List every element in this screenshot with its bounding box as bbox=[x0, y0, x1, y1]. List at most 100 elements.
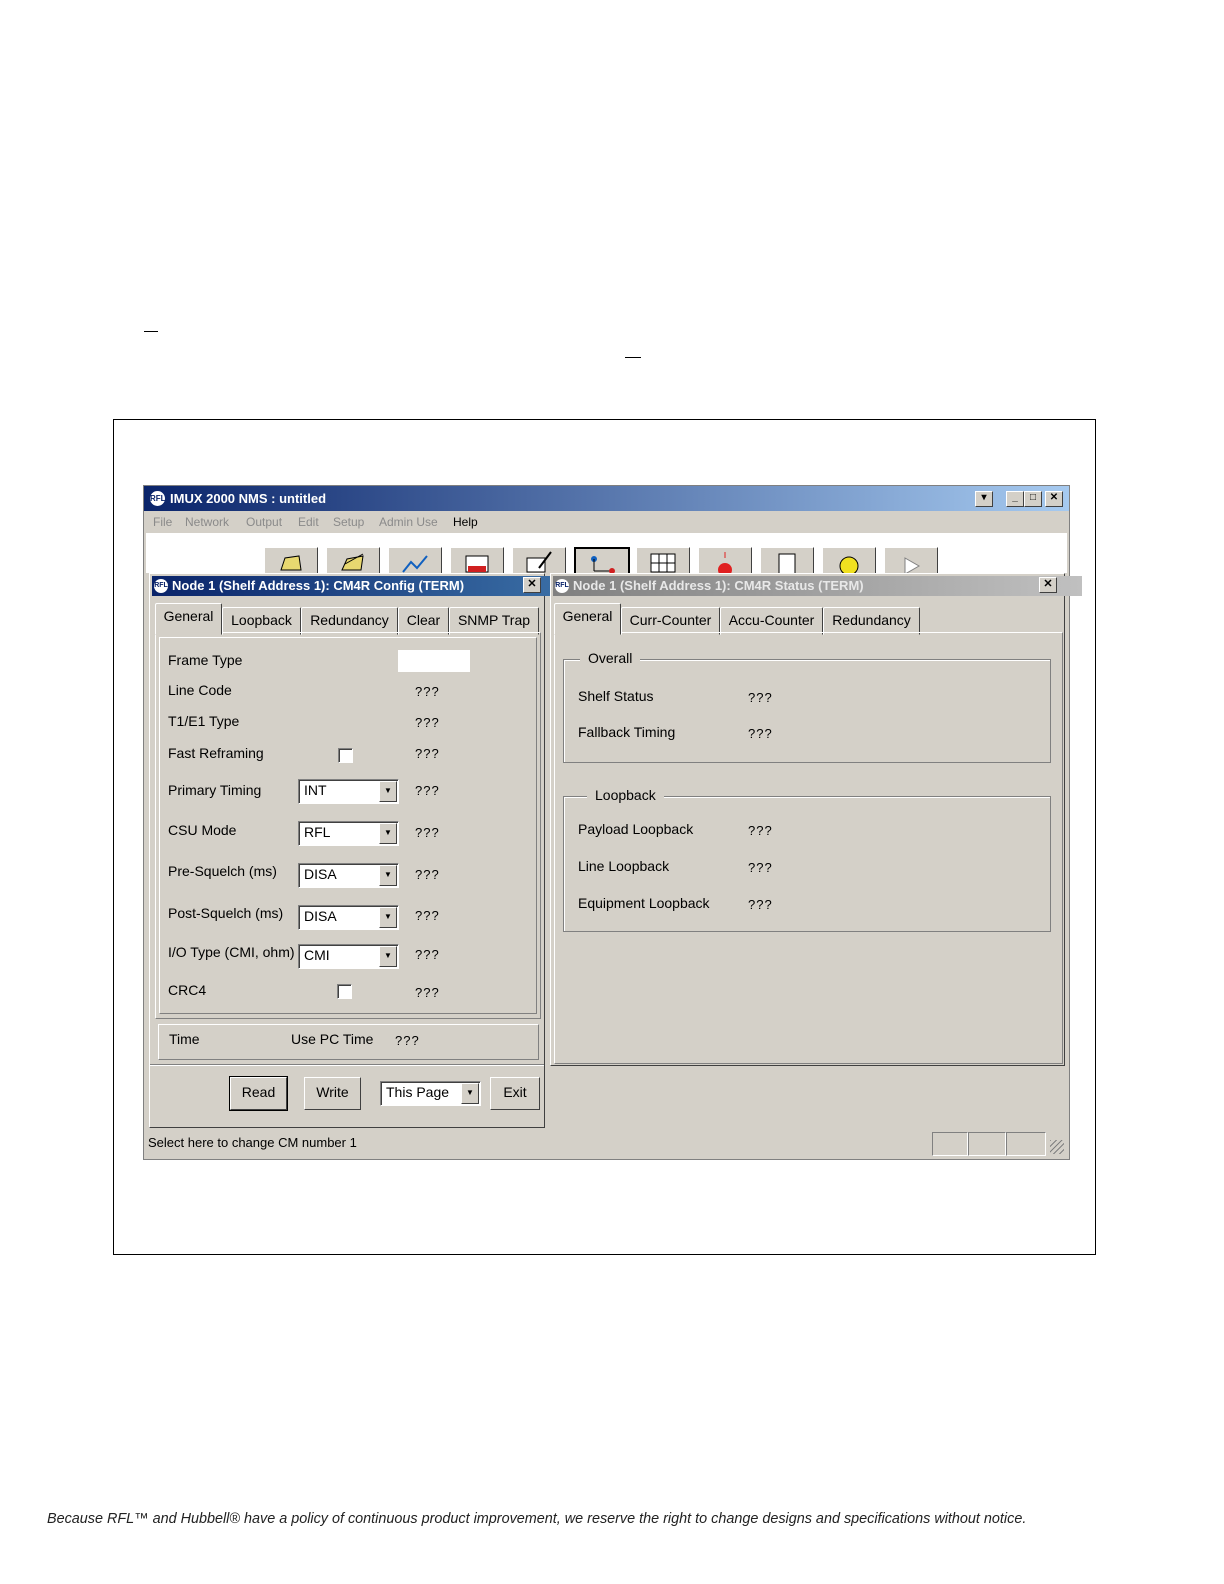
menu-file[interactable]: File bbox=[153, 511, 172, 533]
close-icon[interactable]: ✕ bbox=[523, 577, 541, 593]
app-title: IMUX 2000 NMS : untitled bbox=[170, 491, 327, 506]
primary-timing-label: Primary Timing bbox=[168, 782, 262, 798]
primary-timing-select[interactable]: INT ▼ bbox=[298, 779, 399, 804]
fallback-timing-label: Fallback Timing bbox=[578, 724, 676, 740]
tab-redundancy[interactable]: Redundancy bbox=[823, 607, 920, 635]
frame-type-label: Frame Type bbox=[168, 652, 243, 668]
chevron-down-icon[interactable]: ▼ bbox=[379, 781, 397, 802]
rfl-logo-icon: RFL bbox=[150, 491, 166, 506]
restore-icon[interactable]: ▾ bbox=[975, 491, 993, 507]
status-bar: Select here to change CM number 1 bbox=[146, 1128, 1067, 1158]
crc4-value: ??? bbox=[415, 985, 440, 1000]
status-cell bbox=[932, 1132, 968, 1156]
fast-reframing-label: Fast Reframing bbox=[168, 745, 264, 761]
frame-type-field[interactable] bbox=[398, 650, 470, 672]
chevron-down-icon[interactable]: ▼ bbox=[379, 907, 397, 928]
menu-admin-use[interactable]: Admin Use bbox=[379, 511, 438, 533]
t1e1-type-label: T1/E1 Type bbox=[168, 713, 240, 729]
io-type-select[interactable]: CMI ▼ bbox=[298, 944, 399, 969]
minimize-button[interactable]: _ bbox=[1006, 491, 1024, 507]
menu-output[interactable]: Output bbox=[246, 511, 282, 533]
line-loopback-label: Line Loopback bbox=[578, 858, 670, 874]
io-type-value: ??? bbox=[415, 947, 440, 962]
loopback-legend: Loopback bbox=[587, 787, 664, 803]
csu-mode-value: ??? bbox=[415, 825, 440, 840]
post-squelch-label: Post-Squelch (ms) bbox=[168, 905, 284, 921]
fast-reframing-value: ??? bbox=[415, 746, 440, 761]
maximize-button[interactable]: □ bbox=[1024, 491, 1042, 507]
menu-help[interactable]: Help bbox=[453, 511, 478, 533]
app-window: RFL IMUX 2000 NMS : untitled ▾ _ □ ✕ Fil… bbox=[143, 485, 1082, 1160]
menu-setup[interactable]: Setup bbox=[333, 511, 364, 533]
rfl-logo-icon: RFL bbox=[555, 579, 569, 593]
csu-mode-select[interactable]: RFL ▼ bbox=[298, 821, 399, 846]
rfl-logo-icon: RFL bbox=[154, 579, 168, 593]
config-window-titlebar: RFL Node 1 (Shelf Address 1): CM4R Confi… bbox=[152, 576, 562, 596]
payload-loopback-label: Payload Loopback bbox=[578, 821, 694, 837]
overall-legend: Overall bbox=[580, 650, 641, 666]
read-button[interactable]: Read bbox=[229, 1076, 288, 1111]
scope-select[interactable]: This Page ▼ bbox=[380, 1081, 481, 1106]
footer-disclaimer: Because RFL™ and Hubbell® have a policy … bbox=[47, 1511, 1027, 1527]
tab-general[interactable]: General bbox=[554, 603, 621, 635]
crc4-checkbox[interactable] bbox=[337, 984, 352, 999]
csu-mode-selected: RFL bbox=[304, 824, 331, 840]
line-code-value: ??? bbox=[415, 684, 440, 699]
status-window-title: Node 1 (Shelf Address 1): CM4R Status (T… bbox=[573, 578, 864, 593]
fallback-timing-value: ??? bbox=[748, 726, 773, 741]
toolbar bbox=[146, 533, 1067, 579]
close-icon[interactable]: ✕ bbox=[1039, 577, 1057, 593]
app-titlebar: RFL IMUX 2000 NMS : untitled ▾ _ □ ✕ bbox=[144, 486, 1069, 511]
tab-curr-counter[interactable]: Curr-Counter bbox=[621, 607, 720, 635]
menu-edit[interactable]: Edit bbox=[298, 511, 319, 533]
resize-grip-icon[interactable] bbox=[1050, 1140, 1064, 1154]
settings-group: Frame Type Line Code ??? T1/E1 Type ??? … bbox=[159, 637, 537, 1014]
tab-general[interactable]: General bbox=[155, 603, 222, 635]
dash-mark bbox=[625, 357, 641, 358]
config-window-title: Node 1 (Shelf Address 1): CM4R Config (T… bbox=[172, 578, 465, 593]
menu-network[interactable]: Network bbox=[185, 511, 229, 533]
tab-loopback[interactable]: Loopback bbox=[222, 607, 301, 635]
tab-clear[interactable]: Clear bbox=[398, 607, 449, 635]
shelf-status-label: Shelf Status bbox=[578, 688, 654, 704]
primary-timing-selected: INT bbox=[304, 782, 327, 798]
scope-selected: This Page bbox=[386, 1084, 450, 1100]
equipment-loopback-value: ??? bbox=[748, 897, 773, 912]
payload-loopback-value: ??? bbox=[748, 823, 773, 838]
post-squelch-value: ??? bbox=[415, 908, 440, 923]
status-text[interactable]: Select here to change CM number 1 bbox=[148, 1128, 357, 1158]
post-squelch-selected: DISA bbox=[304, 908, 337, 924]
menubar: File Network Output Edit Setup Admin Use… bbox=[144, 511, 1069, 533]
csu-mode-label: CSU Mode bbox=[168, 822, 237, 838]
chevron-down-icon[interactable]: ▼ bbox=[379, 823, 397, 844]
post-squelch-select[interactable]: DISA ▼ bbox=[298, 905, 399, 930]
write-button[interactable]: Write bbox=[304, 1077, 361, 1110]
general-panel: Frame Type Line Code ??? T1/E1 Type ??? … bbox=[155, 632, 541, 1019]
chevron-down-icon[interactable]: ▼ bbox=[379, 865, 397, 886]
pre-squelch-select[interactable]: DISA ▼ bbox=[298, 863, 399, 888]
line-code-label: Line Code bbox=[168, 682, 232, 698]
pre-squelch-label: Pre-Squelch (ms) bbox=[168, 863, 277, 879]
status-cell bbox=[1006, 1132, 1046, 1156]
primary-timing-value: ??? bbox=[415, 783, 440, 798]
use-pc-time-label[interactable]: Use PC Time bbox=[291, 1031, 373, 1047]
tab-accu-counter[interactable]: Accu-Counter bbox=[720, 607, 823, 635]
io-type-selected: CMI bbox=[304, 947, 330, 963]
button-bar-divider bbox=[150, 1064, 544, 1066]
crc4-label: CRC4 bbox=[168, 982, 207, 998]
status-general-panel: Overall Shelf Status ??? Fallback Timing… bbox=[554, 632, 1063, 1064]
chevron-down-icon[interactable]: ▼ bbox=[461, 1083, 479, 1104]
overall-group: Overall Shelf Status ??? Fallback Timing… bbox=[563, 650, 1051, 763]
pre-squelch-value: ??? bbox=[415, 867, 440, 882]
tab-snmp-trap[interactable]: SNMP Trap bbox=[449, 607, 539, 635]
close-button[interactable]: ✕ bbox=[1045, 491, 1063, 507]
pre-squelch-selected: DISA bbox=[304, 866, 337, 882]
exit-button[interactable]: Exit bbox=[490, 1077, 540, 1110]
tab-redundancy[interactable]: Redundancy bbox=[301, 607, 398, 635]
chevron-down-icon[interactable]: ▼ bbox=[379, 946, 397, 967]
time-group: Time Use PC Time ??? bbox=[158, 1024, 539, 1060]
io-type-label: I/O Type (CMI, ohm) bbox=[168, 944, 295, 960]
fast-reframing-checkbox[interactable] bbox=[338, 748, 353, 763]
equipment-loopback-label: Equipment Loopback bbox=[578, 895, 710, 911]
status-cell bbox=[968, 1132, 1006, 1156]
